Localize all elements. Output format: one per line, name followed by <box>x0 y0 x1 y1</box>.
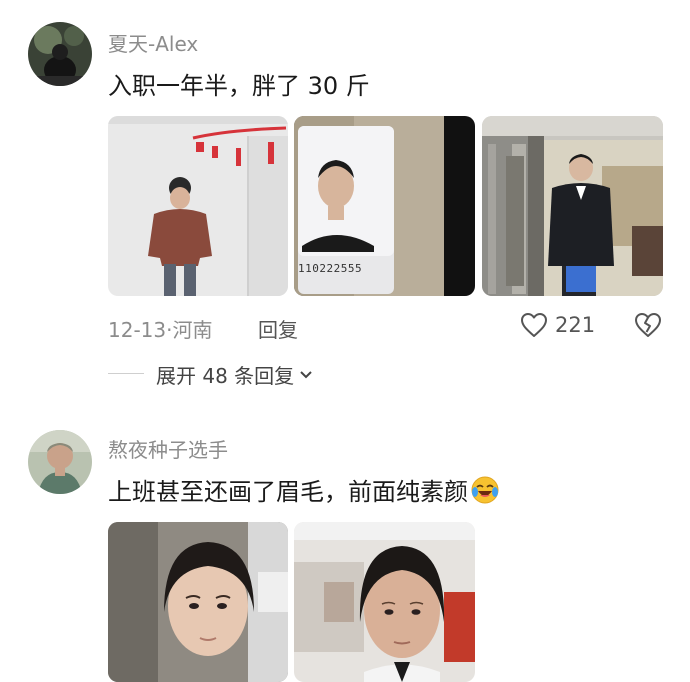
avatar[interactable] <box>28 430 92 494</box>
chevron-down-icon <box>298 363 314 387</box>
comment-text-body: 上班甚至还画了眉毛，前面纯素颜 <box>108 478 468 506</box>
expand-divider <box>108 373 144 374</box>
photo-girl-2[interactable] <box>294 522 475 682</box>
username[interactable]: 熬夜种子选手 <box>108 434 228 463</box>
expand-replies-button[interactable]: 展开 48 条回复 <box>156 360 314 389</box>
heart-outline-icon[interactable] <box>520 312 548 338</box>
comment-text: 上班甚至还画了眉毛，前面纯素颜 <box>108 472 500 507</box>
expand-replies-label: 展开 48 条回复 <box>156 364 295 388</box>
photo-before-room[interactable] <box>108 116 288 296</box>
reply-button[interactable]: 回复 <box>258 314 298 343</box>
photo-id-card[interactable]: 110222555 <box>294 116 475 296</box>
photo-girl-1[interactable] <box>108 522 288 682</box>
broken-heart-icon[interactable] <box>634 312 662 338</box>
username[interactable]: 夏天-Alex <box>108 28 198 57</box>
id-card-number: 110222555 <box>298 262 363 275</box>
like-count: 221 <box>555 313 596 337</box>
comment-text: 入职一年半，胖了 30 斤 <box>108 72 370 100</box>
photo-suit-building[interactable] <box>482 116 663 296</box>
laughing-crying-face-icon <box>470 475 500 505</box>
comment-date-location: 12-13·河南 <box>108 318 213 342</box>
avatar[interactable] <box>28 22 92 86</box>
